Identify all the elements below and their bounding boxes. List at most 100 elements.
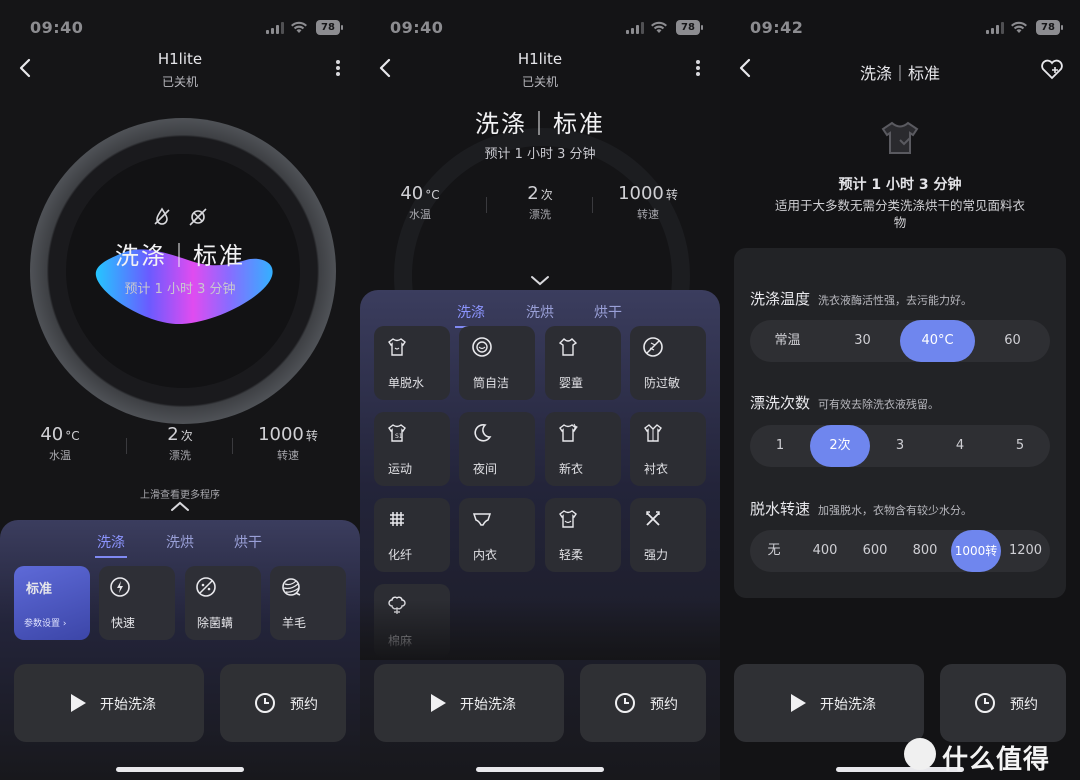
settings-card: 洗涤温度 洗衣液酶活性强，去污能力好。 常温 30 40°C 60 漂洗次数 可有效…	[734, 248, 1066, 598]
heavy-icon	[646, 511, 660, 526]
temp-option-60[interactable]: 60	[975, 320, 1050, 362]
program-card-new-clothes[interactable]: 新衣	[545, 412, 621, 486]
program-card-night[interactable]: 夜间	[459, 412, 535, 486]
stat-rinse: 2次 漂洗	[167, 424, 193, 462]
program-eta: 预计 1 小时 3 分钟	[838, 177, 962, 193]
device-name: H1lite	[157, 50, 203, 68]
play-icon	[71, 694, 86, 712]
favorite-heart-icon[interactable]	[1040, 58, 1064, 80]
program-card-standard[interactable]: 标准 参数设置 ›	[14, 566, 90, 640]
signal-icon	[266, 22, 284, 34]
clock-icon	[975, 693, 995, 713]
spin-option-none[interactable]: 无	[750, 530, 798, 572]
tab-wash[interactable]: 洗涤	[95, 532, 127, 558]
program-card-spin-only[interactable]: 单脱水	[374, 326, 450, 400]
status-bar: 09:42 78	[720, 18, 1080, 38]
battery-icon: 78	[676, 20, 703, 35]
bolt-icon	[110, 577, 130, 597]
program-tabs: 洗涤 洗烘 烘干	[0, 528, 360, 558]
screen-program-settings: 09:42 78 洗涤｜标准 预计 1 小时 3 分钟 适用于大多数无需分类洗涤…	[720, 0, 1080, 780]
program-card-heavy[interactable]: 强力	[630, 498, 706, 572]
stat-water-temp: 40 °C 水温	[400, 183, 440, 221]
play-icon	[791, 694, 806, 712]
spin-option-600[interactable]: 600	[850, 530, 900, 572]
clock-icon	[255, 693, 275, 713]
program-card-shirt[interactable]: 衬衣	[630, 412, 706, 486]
stat-spin: 1000 转 转速	[258, 424, 318, 462]
program-card-sport[interactable]: S1 运动	[374, 412, 450, 486]
stat-rinse: 2次 漂洗	[527, 183, 553, 221]
status-bar: 09:40 78	[360, 18, 720, 38]
program-card-anti-allergy[interactable]: 防过敏	[630, 326, 706, 400]
program-card-gentle[interactable]: 轻柔	[545, 498, 621, 572]
more-icon[interactable]	[330, 58, 346, 80]
watermark: 什么值得买	[904, 738, 1074, 775]
chevron-down-icon[interactable]	[530, 274, 550, 286]
program-card-drum-clean[interactable]: 筒自洁	[459, 326, 535, 400]
tab-dry[interactable]: 烘干	[594, 302, 622, 322]
device-status: 已关机	[161, 75, 198, 89]
play-icon	[431, 694, 446, 712]
status-time: 09:42	[750, 18, 804, 37]
synthetic-icon	[390, 512, 404, 526]
schedule-button[interactable]: 预约	[580, 664, 706, 742]
temp-option-40[interactable]: 40°C	[900, 320, 975, 362]
program-card-sterilize[interactable]: 除菌螨	[185, 566, 261, 640]
program-card-wool[interactable]: 羊毛	[270, 566, 346, 640]
program-card-quick[interactable]: 快速	[99, 566, 175, 640]
wash-parameters: 40 °C 水温 2次 漂洗 1000 转 转速	[360, 183, 720, 227]
schedule-button[interactable]: 预约	[940, 664, 1066, 742]
rinse-option-5[interactable]: 5	[990, 425, 1050, 467]
program-card-synthetic[interactable]: 化纤	[374, 498, 450, 572]
status-time: 09:40	[390, 18, 444, 37]
setting-spin-title: 脱水转速 加强脱水，衣物含有较少水分。	[750, 500, 973, 518]
program-card-underwear[interactable]: 内衣	[459, 498, 535, 572]
sterilize-icon	[196, 577, 216, 597]
tab-wash-dry[interactable]: 洗烘	[166, 532, 194, 552]
anti-allergy-icon	[643, 337, 663, 357]
schedule-button[interactable]: 预约	[220, 664, 346, 742]
signal-icon	[626, 22, 644, 34]
wool-icon	[282, 578, 301, 596]
program-card-baby[interactable]: 婴童	[545, 326, 621, 400]
moon-icon	[474, 424, 492, 442]
rinse-option-4[interactable]: 4	[930, 425, 990, 467]
program-tabs: 洗涤 洗烘 烘干	[360, 298, 720, 328]
start-wash-button[interactable]: 开始洗涤	[374, 664, 564, 742]
temp-option-30[interactable]: 30	[825, 320, 900, 362]
new-clothes-icon	[559, 423, 579, 442]
device-status: 已关机	[521, 75, 558, 89]
rinse-option-1[interactable]: 1	[750, 425, 810, 467]
tab-wash[interactable]: 洗涤	[455, 302, 487, 328]
rinse-option-3[interactable]: 3	[870, 425, 930, 467]
rinse-selector: 1 2次 3 4 5	[750, 425, 1050, 467]
more-icon[interactable]	[690, 58, 706, 80]
tab-dry[interactable]: 烘干	[234, 532, 262, 552]
wash-parameters: 40 °C 水温 2次 漂洗 1000 转 转速	[0, 424, 360, 468]
chevron-up-icon[interactable]	[170, 500, 190, 512]
spin-option-1200[interactable]: 1200	[1001, 530, 1050, 572]
clock-icon	[615, 693, 635, 713]
sport-icon: S1	[388, 424, 406, 442]
spin-option-800[interactable]: 800	[900, 530, 950, 572]
underwear-icon	[472, 513, 492, 526]
battery-icon: 78	[1036, 20, 1063, 35]
spin-icon	[388, 338, 406, 356]
wifi-icon	[291, 21, 307, 33]
params-settings-link[interactable]: 参数设置 ›	[24, 616, 66, 629]
start-wash-button[interactable]: 开始洗涤	[14, 664, 204, 742]
baby-icon	[558, 338, 578, 356]
temp-option-normal[interactable]: 常温	[750, 320, 825, 362]
page-title: 洗涤｜标准	[859, 64, 940, 83]
status-time: 09:40	[30, 18, 84, 37]
rinse-option-2[interactable]: 2次	[810, 425, 870, 467]
spin-option-400[interactable]: 400	[800, 530, 850, 572]
stat-spin: 1000 转 转速	[618, 183, 678, 221]
tab-wash-dry[interactable]: 洗烘	[526, 302, 554, 322]
start-wash-button[interactable]: 开始洗涤	[734, 664, 924, 742]
swipe-hint: 上滑查看更多程序	[140, 490, 220, 501]
spin-option-1000[interactable]: 1000转	[951, 530, 1001, 572]
no-softener-icon	[188, 208, 207, 226]
home-indicator[interactable]	[116, 767, 244, 772]
home-indicator[interactable]	[476, 767, 604, 772]
